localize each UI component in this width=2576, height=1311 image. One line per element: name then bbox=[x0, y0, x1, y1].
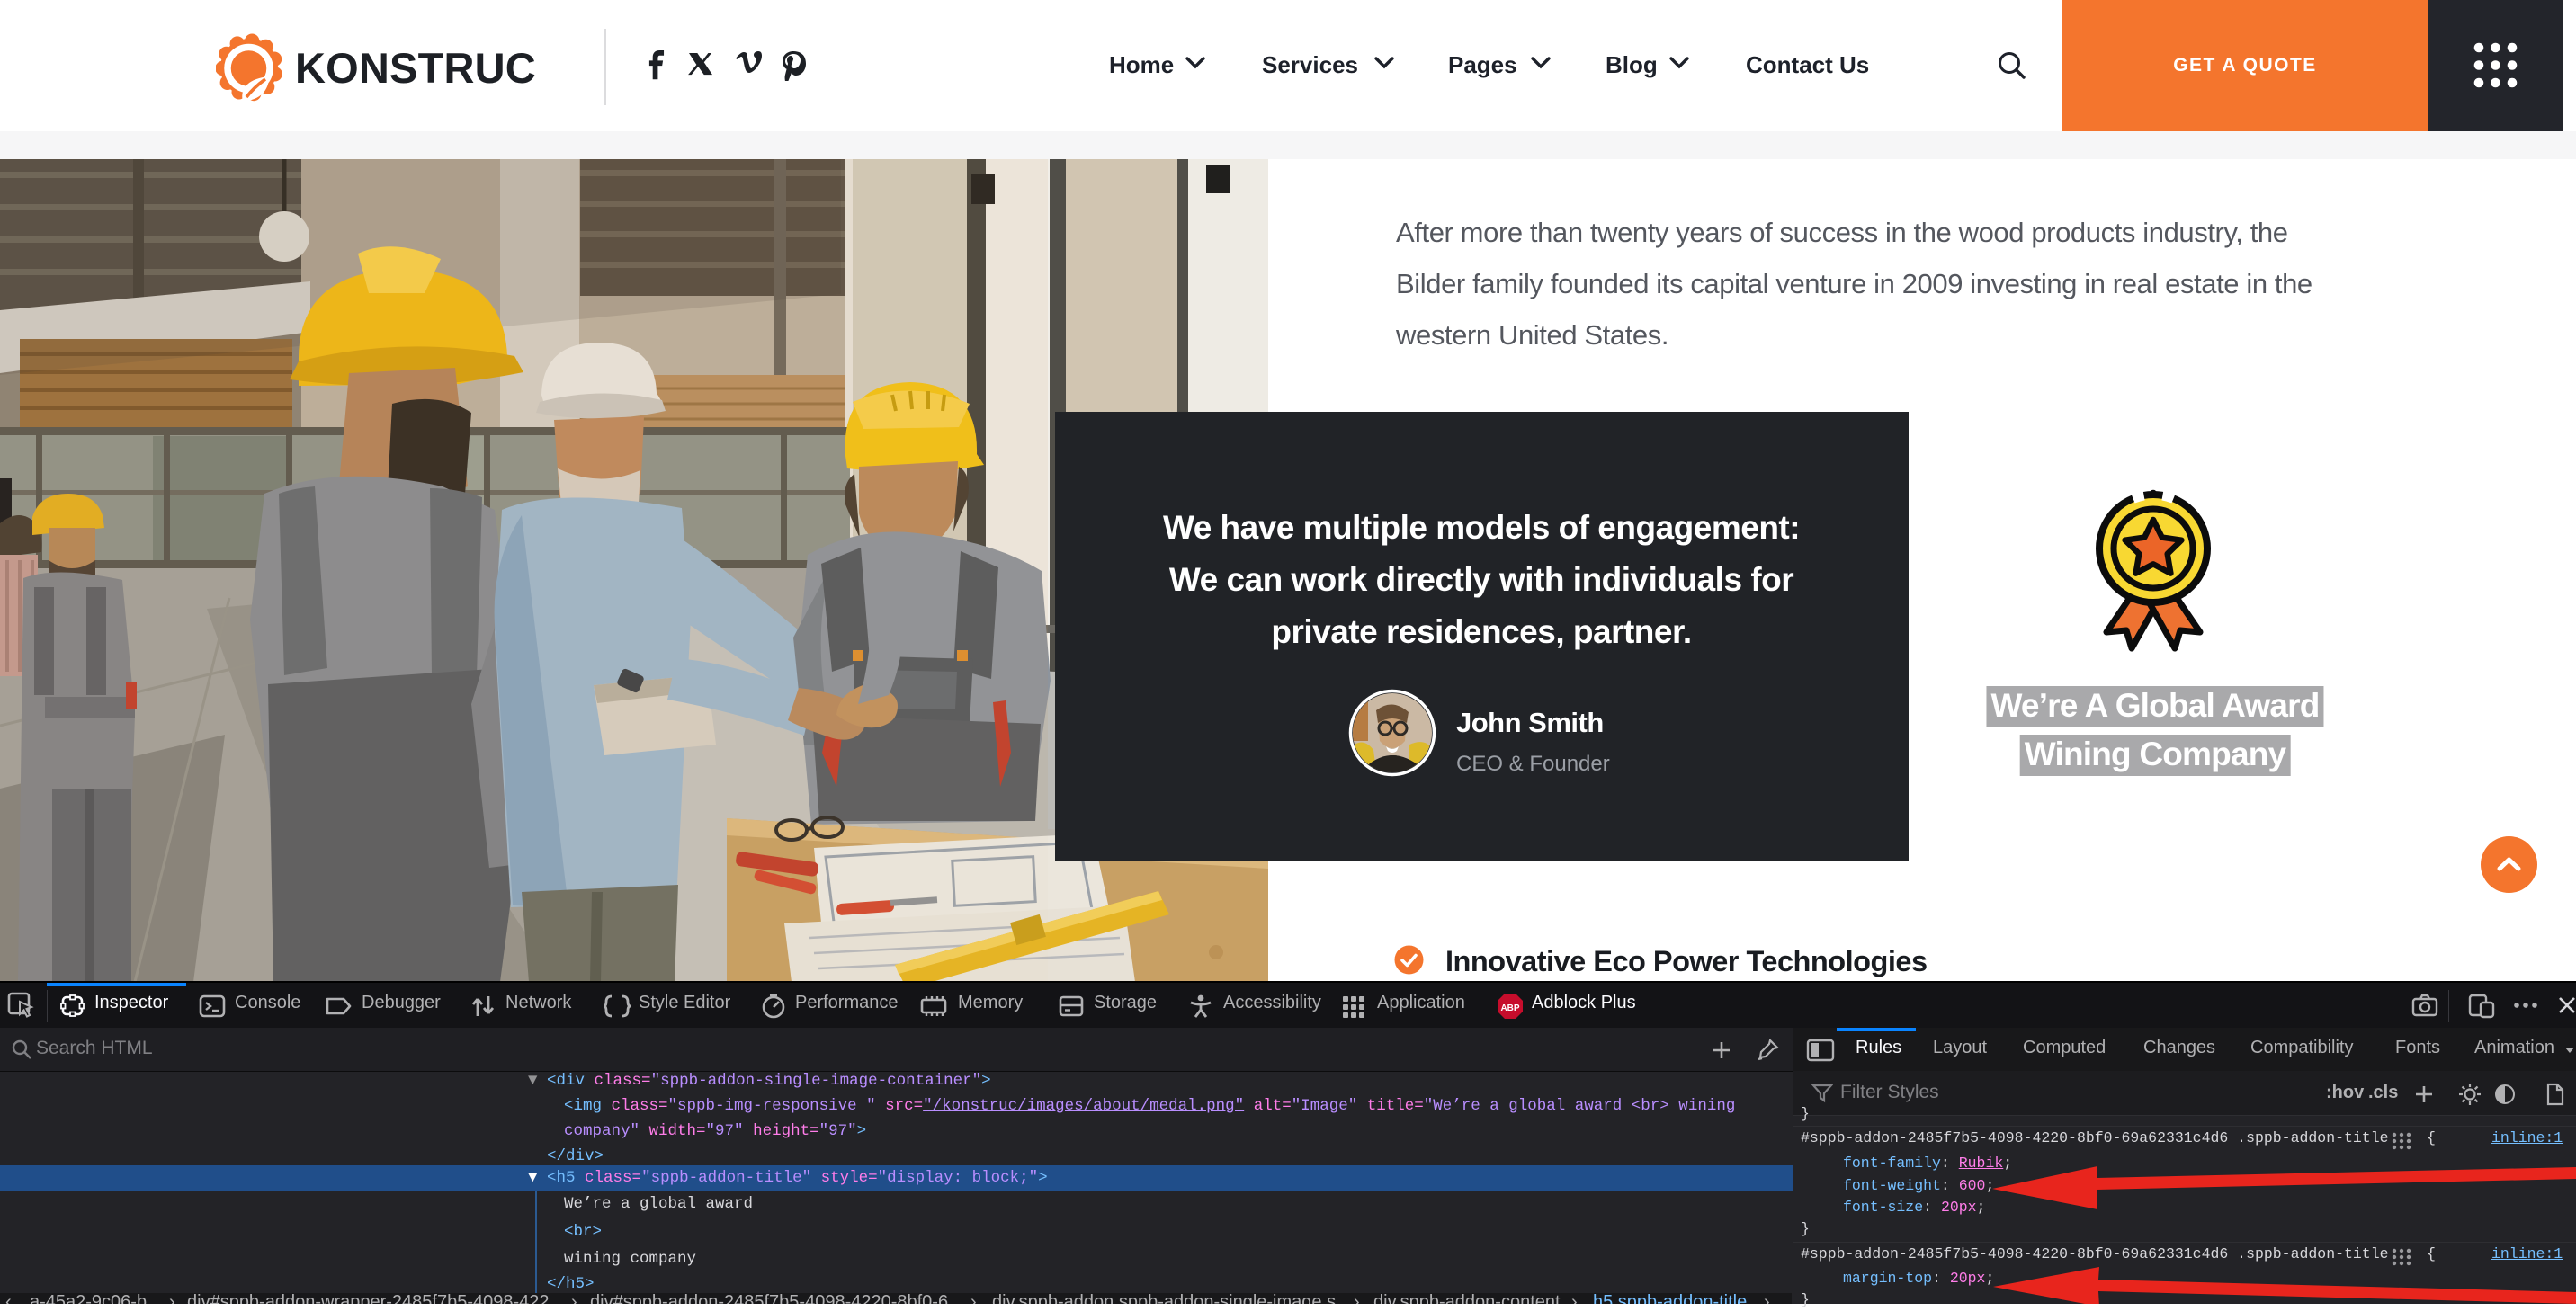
svg-text:ABP: ABP bbox=[1500, 1003, 1519, 1013]
